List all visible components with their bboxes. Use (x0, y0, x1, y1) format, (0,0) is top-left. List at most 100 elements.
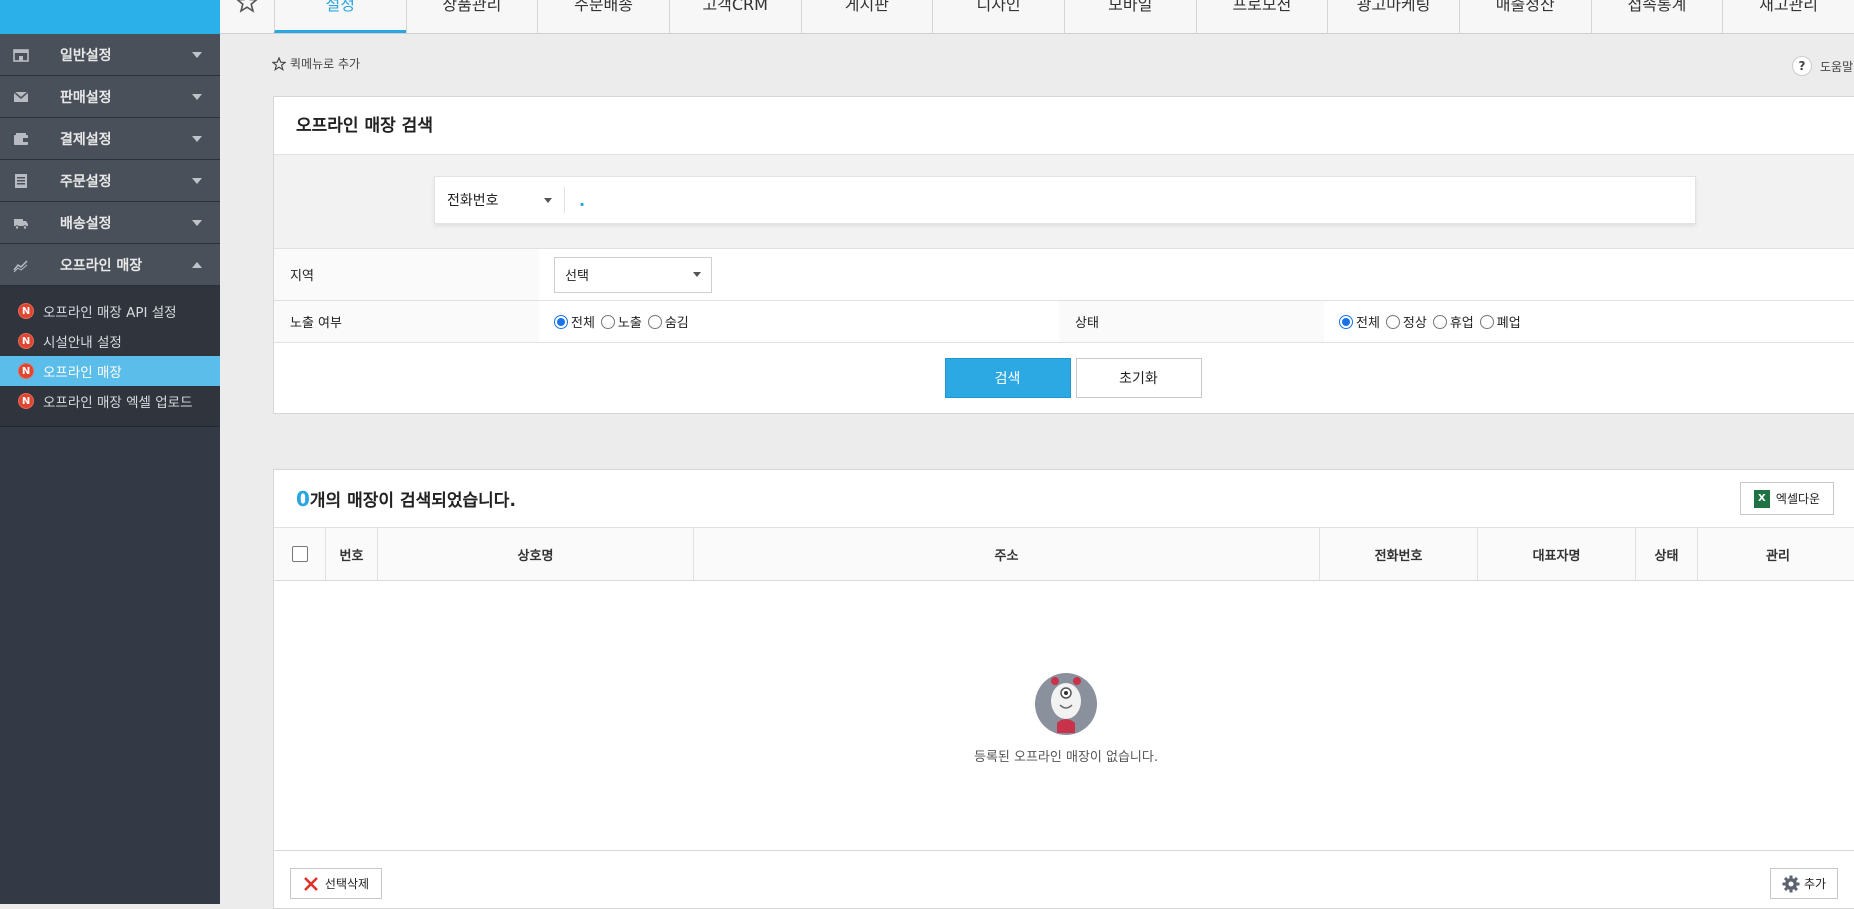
new-badge: N (18, 363, 34, 379)
status-label: 상태 (1059, 301, 1324, 342)
region-select[interactable]: 선택 (554, 256, 712, 293)
radio-unchecked[interactable] (1432, 314, 1447, 329)
excel-download-label: 엑셀다운 (1775, 492, 1821, 506)
search-input[interactable]: . (565, 191, 1695, 210)
tab-board[interactable]: 게시판 (800, 0, 933, 33)
sidebar-item-payment[interactable]: 결제설정 (0, 118, 220, 160)
column-header: 번호 (326, 528, 378, 580)
tab-mobile[interactable]: 모바일 (1063, 0, 1196, 33)
tab-design[interactable]: 디자인 (932, 0, 1064, 33)
status-radio-closed[interactable]: 폐업 (1479, 312, 1521, 331)
tab-crm[interactable]: 고객CRM (668, 0, 801, 33)
top-navigation: 설정 상품관리 주문배송 고객CRM 게시판 디자인 모바일 프로모션 광고마케… (220, 0, 1854, 34)
empty-message: 등록된 오프라인 매장이 없습니다. (974, 750, 1158, 765)
chevron-down-icon (192, 93, 202, 100)
chevron-down-icon (192, 135, 202, 142)
submenu-item-label: 시설안내 설정 (43, 335, 122, 351)
result-header: 0 개의 매장이 검색되었습니다. X 엑셀다운 (274, 470, 1854, 528)
radio-unchecked[interactable] (600, 314, 615, 329)
status-radio-normal[interactable]: 정상 (1385, 312, 1427, 331)
column-header: 상태 (1636, 528, 1698, 580)
radio-unchecked[interactable] (1479, 314, 1494, 329)
column-header: 주소 (694, 528, 1320, 580)
status-radio-closed-temporarily[interactable]: 휴업 (1432, 312, 1474, 331)
region-label: 지역 (274, 249, 539, 300)
search-type-select[interactable]: 전화번호 (435, 187, 565, 213)
sidebar-submenu: N 오프라인 매장 API 설정 N 시설안내 설정 N 오프라인 매장 N 오… (0, 286, 220, 427)
sidebar-item-sales[interactable]: 판매설정 (0, 76, 220, 118)
help-link[interactable]: ? 도움말 (1792, 56, 1853, 76)
tab-statistics[interactable]: 접속통계 (1590, 0, 1723, 33)
exposure-label: 노출 여부 (274, 301, 539, 342)
chart-icon (0, 244, 42, 286)
chevron-up-icon (192, 261, 202, 268)
search-button[interactable]: 검색 (944, 358, 1071, 398)
empty-mascot-icon (1035, 673, 1097, 735)
radio-unchecked[interactable] (647, 314, 662, 329)
column-header: 관리 (1766, 548, 1790, 564)
empty-state: 등록된 오프라인 매장이 없습니다. (274, 581, 1854, 851)
quick-menu-add-link[interactable]: 퀵메뉴로 추가 (272, 55, 360, 72)
chevron-down-icon (693, 272, 701, 277)
radio-label: 휴업 (1449, 316, 1474, 331)
submenu-item-label: 오프라인 매장 (43, 365, 122, 381)
help-icon: ? (1792, 56, 1812, 76)
exposure-radio-visible[interactable]: 노출 (600, 312, 642, 331)
status-radio-all[interactable]: 전체 (1339, 312, 1380, 331)
document-icon (0, 160, 42, 202)
add-store-button[interactable]: 추가 (1770, 868, 1838, 899)
search-area: 전화번호 . (274, 155, 1854, 249)
result-panel: 0 개의 매장이 검색되었습니다. X 엑셀다운 번호 상호명 주소 전화번호 … (273, 469, 1854, 909)
radio-unchecked[interactable] (1385, 314, 1400, 329)
radio-checked[interactable] (554, 314, 568, 329)
chevron-down-icon (192, 51, 202, 58)
submenu-item-excel-upload[interactable]: N 오프라인 매장 엑셀 업로드 (0, 386, 220, 416)
sidebar-item-label: 오프라인 매장 (60, 257, 143, 274)
store-icon (0, 34, 42, 76)
radio-label: 폐업 (1496, 316, 1521, 331)
new-badge: N (18, 333, 34, 349)
radio-checked[interactable] (1339, 314, 1353, 329)
sidebar-item-label: 판매설정 (60, 89, 112, 106)
gear-icon (1782, 875, 1800, 892)
quick-menu-label: 퀵메뉴로 추가 (290, 57, 361, 71)
result-footer: 선택삭제 추가 (274, 851, 1854, 909)
add-store-label: 추가 (1803, 877, 1827, 891)
submenu-item-api-settings[interactable]: N 오프라인 매장 API 설정 (0, 296, 220, 326)
column-header: 전화번호 (1320, 528, 1478, 580)
submenu-item-offline-store[interactable]: N 오프라인 매장 (0, 356, 220, 386)
reset-button[interactable]: 초기화 (1075, 358, 1202, 398)
sidebar-item-label: 주문설정 (60, 173, 112, 190)
excel-icon: X (1753, 489, 1770, 508)
tab-products[interactable]: 상품관리 (405, 0, 538, 33)
search-panel: 오프라인 매장 검색 전화번호 . 지역 선택 노출 여부 전체 노출 숨김 상… (273, 96, 1854, 414)
exposure-radio-hidden[interactable]: 숨김 (647, 312, 689, 331)
search-box: 전화번호 . (434, 176, 1696, 224)
sidebar-item-order[interactable]: 주문설정 (0, 160, 220, 202)
excel-download-button[interactable]: X 엑셀다운 (1740, 482, 1834, 515)
delete-selected-label: 선택삭제 (324, 877, 370, 891)
wallet-icon (0, 118, 42, 160)
filter-row-region: 지역 선택 (274, 249, 1854, 301)
tab-marketing[interactable]: 광고마케팅 (1327, 0, 1459, 33)
mail-icon (0, 76, 42, 118)
tab-settings[interactable]: 설정 (273, 0, 406, 33)
sidebar-item-general[interactable]: 일반설정 (0, 34, 220, 76)
tab-inventory[interactable]: 재고관리 (1722, 0, 1854, 33)
new-badge: N (18, 393, 34, 409)
chevron-down-icon (192, 219, 202, 226)
tab-promotion[interactable]: 프로모션 (1195, 0, 1328, 33)
sidebar-top-bar (0, 0, 220, 34)
select-all-checkbox[interactable] (291, 546, 308, 562)
sidebar-item-offline-store[interactable]: 오프라인 매장 (0, 244, 220, 286)
radio-label: 숨김 (664, 316, 689, 331)
radio-label: 노출 (617, 316, 642, 331)
favorite-star-icon[interactable] (220, 0, 274, 33)
tab-sales-settlement[interactable]: 매출정산 (1458, 0, 1591, 33)
tab-orders[interactable]: 주문배송 (537, 0, 669, 33)
column-header: 상호명 (378, 528, 694, 580)
delete-selected-button[interactable]: 선택삭제 (290, 868, 382, 899)
sidebar-item-delivery[interactable]: 배송설정 (0, 202, 220, 244)
submenu-item-facility-guide[interactable]: N 시설안내 설정 (0, 326, 220, 356)
exposure-radio-all[interactable]: 전체 (554, 312, 595, 331)
